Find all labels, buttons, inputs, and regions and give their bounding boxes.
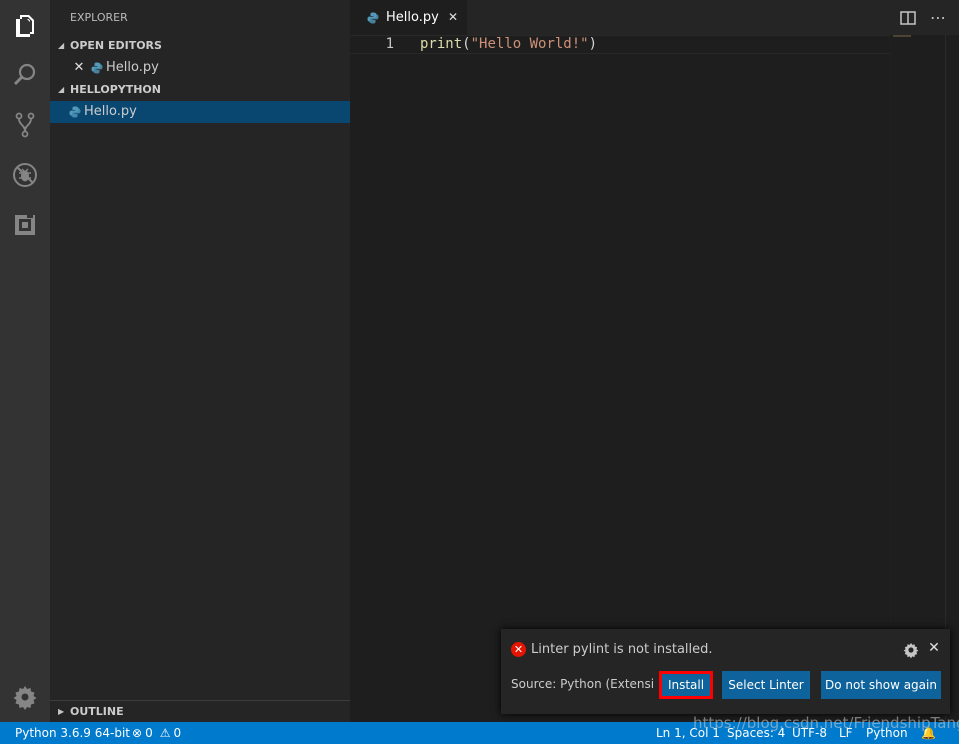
outline-label: OUTLINE xyxy=(70,705,124,718)
open-editors-header[interactable]: ◢ OPEN EDITORS xyxy=(50,35,350,57)
tab-bar: Hello.py ✕ ⋯ xyxy=(350,0,959,35)
notification-message: ✕ Linter pylint is not installed. xyxy=(511,642,713,657)
sidebar-title: EXPLORER xyxy=(70,11,128,24)
split-editor-icon[interactable] xyxy=(893,3,923,33)
watermark: https://blog.csdn.net/FriendshipTang xyxy=(693,714,959,732)
activity-bar xyxy=(0,0,50,722)
search-icon[interactable] xyxy=(0,50,50,100)
open-editor-label: Hello.py xyxy=(106,60,159,75)
warning-count: 0 xyxy=(173,726,182,740)
source-control-icon[interactable] xyxy=(0,100,50,150)
editor-actions: ⋯ xyxy=(893,0,953,35)
outline-section: ▶ OUTLINE xyxy=(50,700,350,722)
gear-icon[interactable] xyxy=(902,641,920,659)
explorer-sidebar: EXPLORER ◢ OPEN EDITORS ✕ Hello.py ◢ HEL… xyxy=(50,0,350,722)
token-function: print xyxy=(420,36,463,52)
notification-toast: ✕ Linter pylint is not installed. ✕ Sour… xyxy=(501,629,950,714)
close-tab-icon[interactable]: ✕ xyxy=(445,9,461,25)
line-number: 1 xyxy=(385,36,394,52)
token-string: "Hello World!" xyxy=(470,36,589,52)
tab-hello-py[interactable]: Hello.py ✕ xyxy=(350,0,467,35)
folder-label: HELLOPYTHON xyxy=(70,83,161,96)
vertical-scrollbar[interactable] xyxy=(945,35,959,722)
token-paren-close: ) xyxy=(588,36,598,52)
outline-header[interactable]: ▶ OUTLINE xyxy=(50,701,350,723)
close-icon[interactable]: ✕ xyxy=(926,640,942,658)
python-interpreter[interactable]: Python 3.6.9 64-bit xyxy=(15,722,130,744)
error-count: 0 xyxy=(145,726,153,740)
install-button[interactable]: Install xyxy=(659,671,713,699)
notification-source: Source: Python (Extensi… xyxy=(511,677,654,691)
minimap[interactable] xyxy=(890,35,945,722)
close-editor-icon[interactable]: ✕ xyxy=(70,57,88,79)
tab-label: Hello.py xyxy=(386,10,439,25)
expanded-triangle-icon: ◢ xyxy=(58,41,65,50)
open-editor-item[interactable]: ✕ Hello.py xyxy=(50,57,350,79)
extensions-icon[interactable] xyxy=(0,200,50,250)
debug-icon[interactable] xyxy=(0,150,50,200)
more-actions-icon[interactable]: ⋯ xyxy=(923,3,953,33)
gear-icon[interactable] xyxy=(0,672,50,722)
collapsed-triangle-icon: ▶ xyxy=(58,707,65,716)
python-file-icon xyxy=(88,61,106,75)
select-linter-button[interactable]: Select Linter xyxy=(722,671,810,699)
code-line[interactable]: print("Hello World!") xyxy=(420,36,597,52)
do-not-show-again-button[interactable]: Do not show again xyxy=(821,671,941,699)
code-editor[interactable]: 1 print("Hello World!") xyxy=(350,35,890,722)
error-circle-icon: ⊗ xyxy=(132,726,143,740)
expanded-triangle-icon: ◢ xyxy=(58,85,65,94)
explorer-icon[interactable] xyxy=(0,0,50,50)
notification-text: Linter pylint is not installed. xyxy=(531,642,713,657)
error-icon: ✕ xyxy=(511,642,526,657)
python-file-icon xyxy=(364,11,382,25)
folder-header[interactable]: ◢ HELLOPYTHON xyxy=(50,79,350,101)
vscode-window: EXPLORER ◢ OPEN EDITORS ✕ Hello.py ◢ HEL… xyxy=(0,0,959,744)
minimap-line xyxy=(893,35,911,37)
file-tree-label: Hello.py xyxy=(84,104,137,119)
warning-icon: ⚠ xyxy=(159,726,171,740)
token-paren-open: ( xyxy=(462,36,471,52)
file-tree-item[interactable]: Hello.py xyxy=(50,101,350,123)
python-file-icon xyxy=(66,105,84,119)
problems-indicator[interactable]: ⊗ 0 ⚠ 0 xyxy=(132,722,181,744)
open-editors-label: OPEN EDITORS xyxy=(70,39,162,52)
